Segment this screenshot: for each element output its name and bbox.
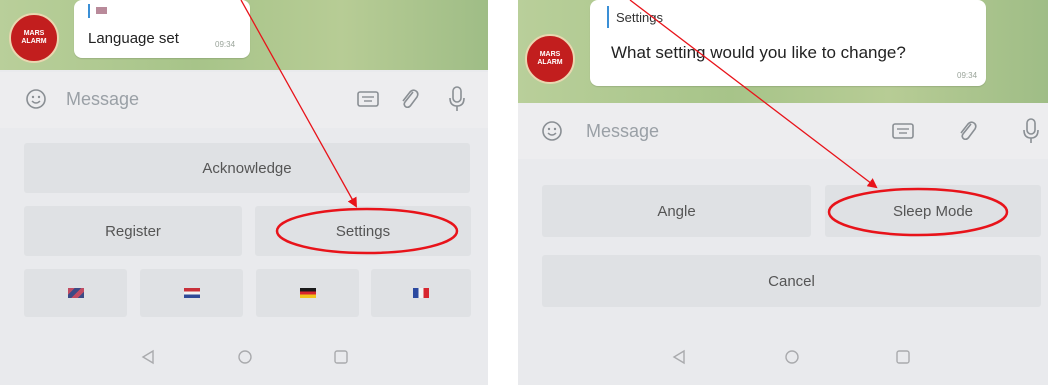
- bot-avatar[interactable]: MARS ALARM: [9, 13, 59, 63]
- message-input[interactable]: Message: [66, 89, 139, 110]
- angle-label: Angle: [657, 202, 696, 220]
- emoji-icon[interactable]: [541, 120, 563, 142]
- settings-label: Settings: [335, 222, 391, 240]
- system-nav-bar: [0, 330, 488, 385]
- message-time: 09:34: [215, 40, 236, 49]
- bot-keyboard: Acknowledge Register Settings: [0, 128, 488, 328]
- back-icon[interactable]: [141, 349, 155, 365]
- acknowledge-button[interactable]: Acknowledge: [24, 143, 470, 193]
- fr-flag-icon: [413, 288, 429, 298]
- system-nav-bar: [518, 330, 1048, 385]
- bot-avatar[interactable]: MARS ALARM: [525, 34, 575, 84]
- sleep-mode-button[interactable]: Sleep Mode: [825, 185, 1041, 237]
- de-flag-icon: [299, 288, 316, 298]
- message-bubble: Settings What setting would you like to …: [590, 0, 986, 86]
- microphone-icon[interactable]: [448, 85, 466, 113]
- flag-button-uk[interactable]: [24, 269, 127, 317]
- message-input-row: Message: [0, 72, 488, 128]
- emoji-icon[interactable]: [25, 88, 47, 110]
- message-input[interactable]: Message: [586, 121, 659, 142]
- avatar-text: MARS ALARM: [21, 30, 47, 45]
- nl-flag-icon: [183, 288, 200, 298]
- settings-button[interactable]: Settings: [255, 206, 471, 256]
- bot-keyboard: Angle Sleep Mode Cancel: [518, 170, 1048, 330]
- cancel-label: Cancel: [768, 272, 815, 290]
- recents-icon[interactable]: [333, 349, 349, 365]
- cancel-button[interactable]: Cancel: [542, 255, 1041, 307]
- flag-button-nl[interactable]: [140, 269, 243, 317]
- reply-title: Settings: [616, 10, 663, 25]
- attach-icon[interactable]: [398, 86, 420, 112]
- microphone-icon[interactable]: [1022, 117, 1040, 145]
- bot-keyboard-icon[interactable]: [357, 90, 379, 108]
- message-input-row: Message: [518, 103, 1048, 159]
- uk-flag-icon: [67, 288, 84, 298]
- acknowledge-label: Acknowledge: [202, 159, 292, 177]
- home-icon[interactable]: [784, 349, 800, 365]
- attach-icon[interactable]: [956, 118, 978, 144]
- home-icon[interactable]: [237, 349, 253, 365]
- register-button[interactable]: Register: [24, 206, 242, 256]
- angle-button[interactable]: Angle: [542, 185, 811, 237]
- avatar-text: MARS ALARM: [537, 51, 563, 66]
- message-text: What setting would you like to change?: [611, 43, 906, 62]
- reply-flag-icon: [96, 7, 107, 14]
- flag-button-fr[interactable]: [371, 269, 471, 317]
- reply-bar: [607, 6, 609, 28]
- message-time: 09:34: [957, 71, 978, 80]
- recents-icon[interactable]: [895, 349, 911, 365]
- back-icon[interactable]: [672, 349, 686, 365]
- right-screenshot: MARS ALARM Settings What setting would y…: [518, 0, 1048, 385]
- register-label: Register: [105, 222, 161, 240]
- sleep-mode-label: Sleep Mode: [892, 202, 974, 220]
- message-bubble: Language set 09:34: [74, 0, 250, 58]
- flag-button-de[interactable]: [256, 269, 359, 317]
- reply-bar: [88, 4, 90, 18]
- left-screenshot: MARS ALARM Language set 09:34 Message Ac…: [0, 0, 488, 385]
- message-text: Language set: [88, 30, 179, 47]
- bot-keyboard-icon[interactable]: [892, 122, 914, 140]
